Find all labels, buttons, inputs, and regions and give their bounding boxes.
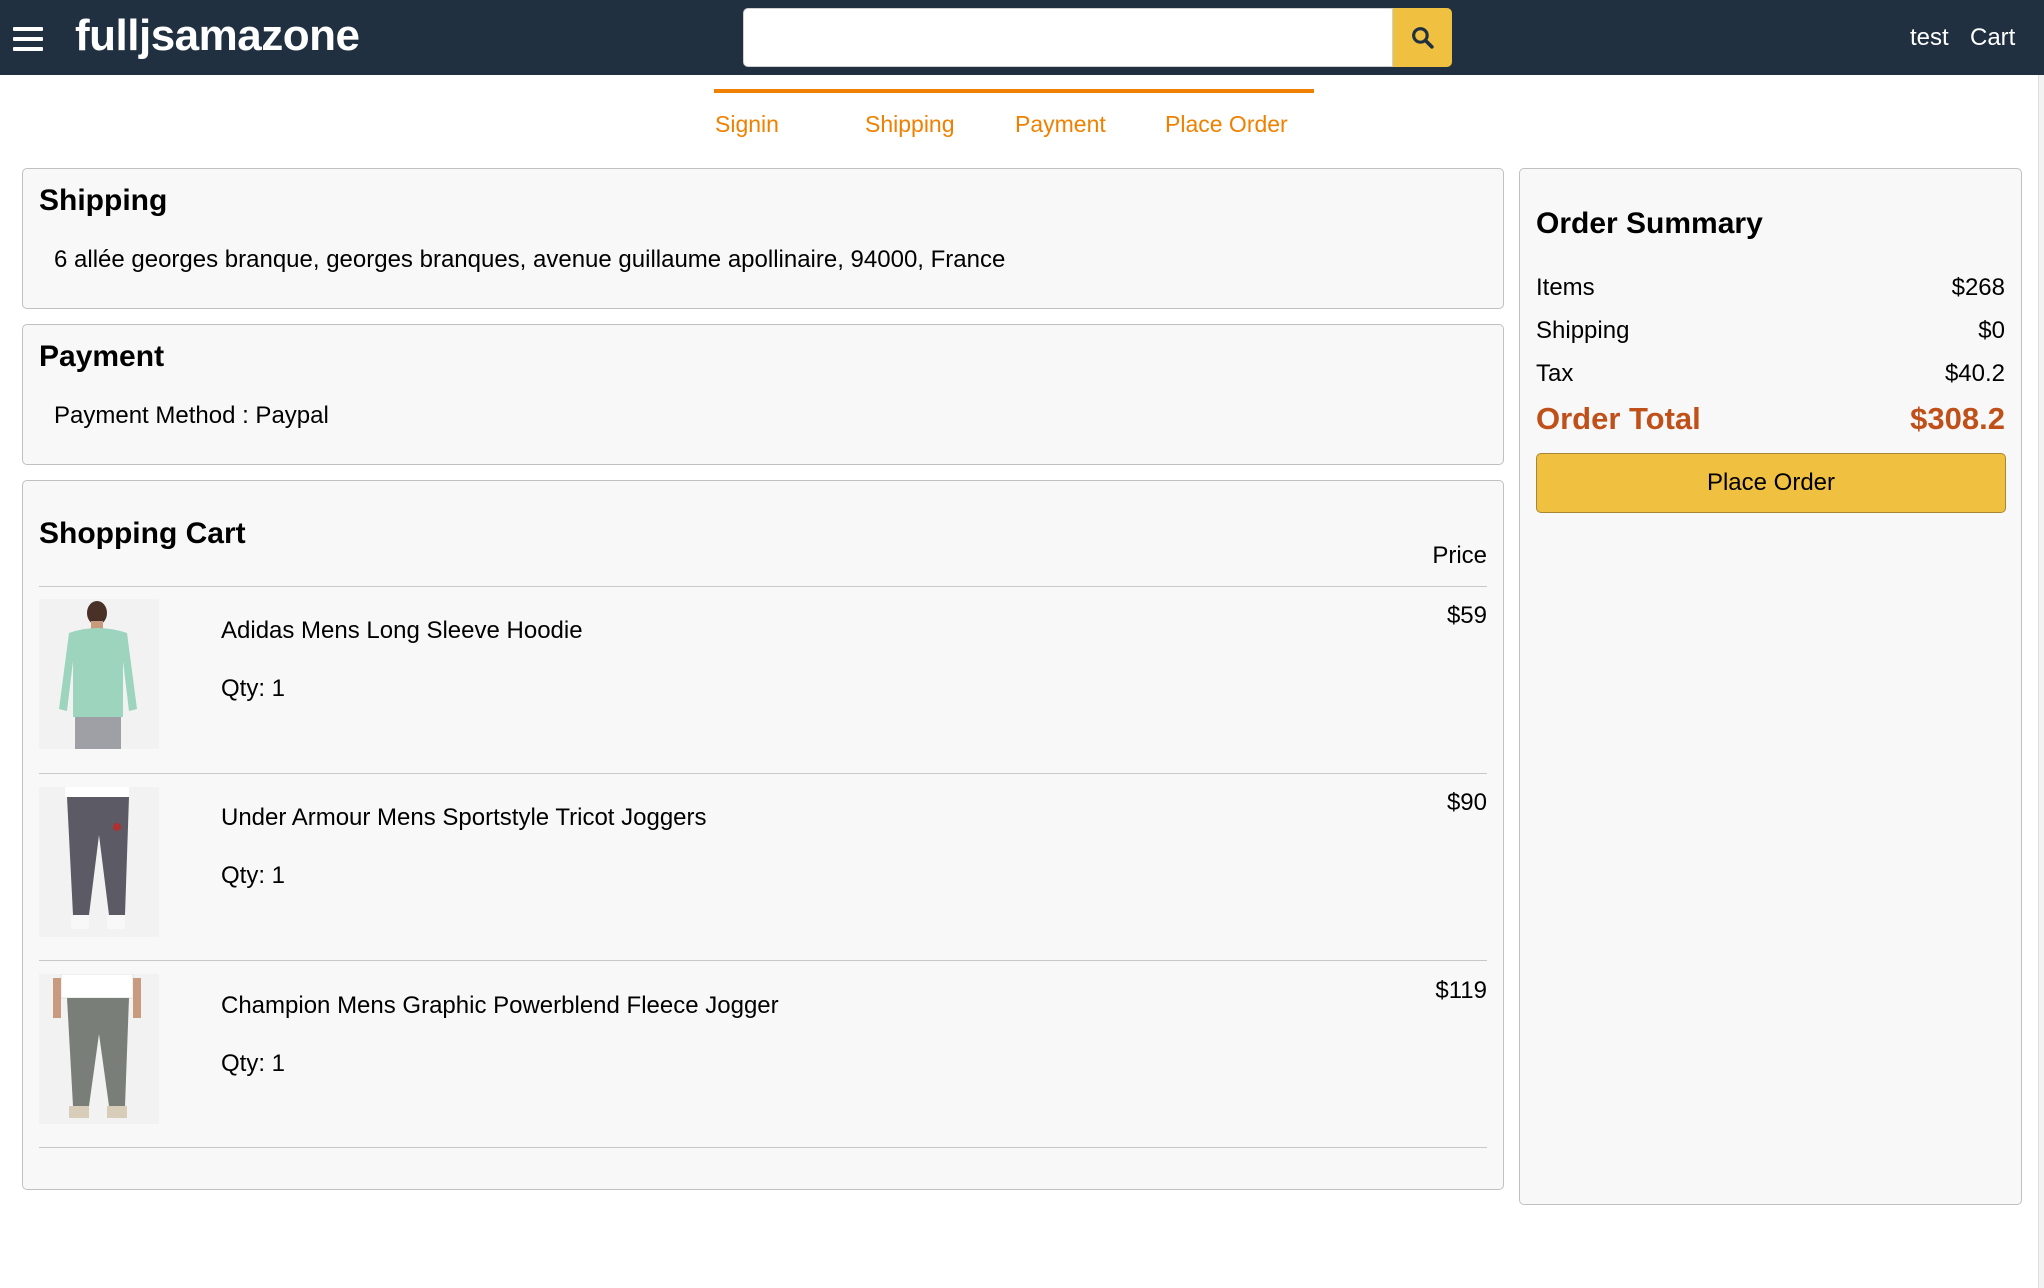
product-image-hoodie[interactable] [39,599,159,749]
shipping-title: Shipping [39,184,168,217]
step-signin: Signin [715,111,779,137]
steps-progress-bar [714,89,1314,93]
item-name-link[interactable]: Adidas Mens Long Sleeve Hoodie [221,617,583,645]
item-price: $119 [1435,977,1487,1004]
item-name-link[interactable]: Champion Mens Graphic Powerblend Fleece … [221,992,779,1020]
summary-shipping-value: $0 [1978,317,2005,344]
hoodie-photo [39,599,159,749]
scrollbar[interactable] [2038,75,2044,1288]
joggers-photo [39,787,159,937]
summary-tax-value: $40.2 [1944,360,2005,387]
shipping-card: Shipping 6 allée georges branque, george… [22,168,1504,309]
item-qty: Qty: 1 [221,675,286,702]
search-button[interactable] [1393,8,1452,67]
top-navbar: fulljsamazone test Cart [0,0,2044,75]
divider [39,1147,1487,1148]
fleece-jogger-photo [39,974,159,1124]
step-shipping: Shipping [865,111,955,137]
summary-items-value: $268 [1951,274,2005,301]
shopping-cart-card: Shopping Cart Price Adidas Mens Long Sle… [22,480,1504,1190]
summary-items-label: Items [1536,274,1595,301]
product-image-fleece-jogger[interactable] [39,974,159,1124]
item-name-link[interactable]: Under Armour Mens Sportstyle Tricot Jogg… [221,804,707,832]
user-menu-link[interactable]: test [1910,24,1949,52]
order-summary-card: Order Summary Items $268 Shipping $0 Tax… [1519,168,2022,1205]
search-input[interactable] [743,8,1393,67]
item-qty: Qty: 1 [221,862,286,889]
place-order-button[interactable]: Place Order [1536,453,2006,513]
item-price: $90 [1446,789,1487,816]
summary-shipping-label: Shipping [1536,317,1630,344]
divider [39,960,1487,961]
price-column-header: Price [1432,542,1487,569]
divider [39,773,1487,774]
order-summary-title: Order Summary [1536,207,1763,240]
shipping-address: 6 allée georges branque, georges branque… [54,246,1006,273]
payment-title: Payment [39,340,165,373]
payment-card: Payment Payment Method : Paypal [22,324,1504,465]
product-image-joggers[interactable] [39,787,159,937]
menu-icon[interactable] [13,27,43,53]
order-total-value: $308.2 [1910,401,2005,436]
step-place-order: Place Order [1165,111,1288,137]
summary-tax-label: Tax [1536,360,1574,387]
step-payment: Payment [1015,111,1106,137]
order-total-label: Order Total [1536,401,1701,436]
item-qty: Qty: 1 [221,1050,286,1077]
cart-title: Shopping Cart [39,517,246,550]
search-icon [1412,27,1434,49]
brand-logo[interactable]: fulljsamazone [75,8,360,64]
divider [39,586,1487,587]
item-price: $59 [1446,602,1487,629]
payment-method: Payment Method : Paypal [54,402,329,429]
cart-link[interactable]: Cart [1970,24,2015,52]
